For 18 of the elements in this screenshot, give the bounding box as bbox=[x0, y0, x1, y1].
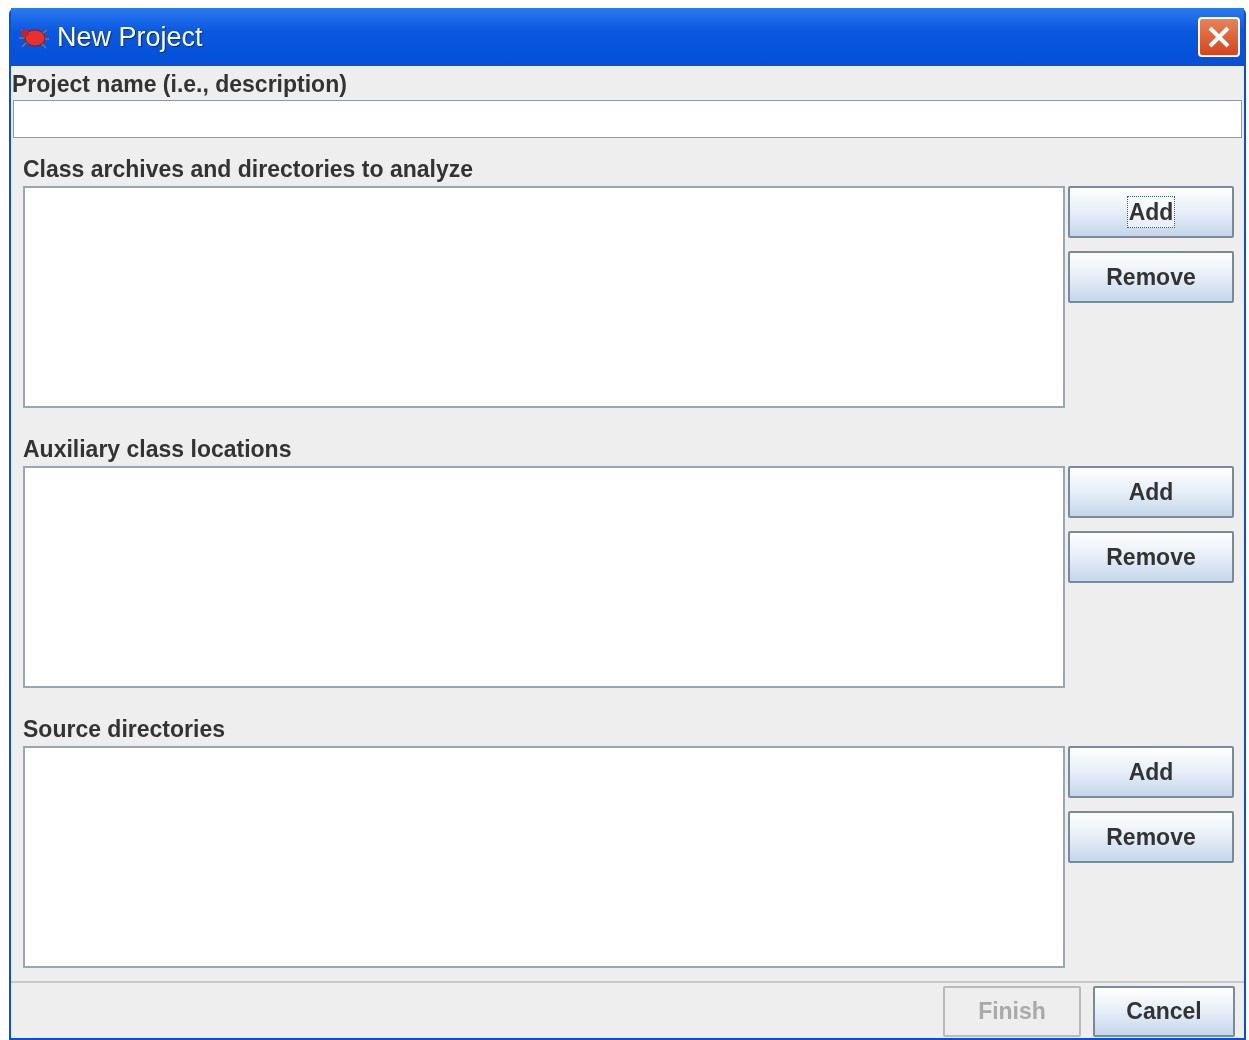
add-button[interactable]: Add bbox=[1068, 746, 1234, 798]
location-list[interactable] bbox=[23, 746, 1065, 968]
project-name-field[interactable] bbox=[13, 100, 1242, 138]
cancel-button[interactable]: Cancel bbox=[1093, 986, 1235, 1037]
section-label: Class archives and directories to analyze bbox=[23, 155, 474, 184]
close-icon bbox=[1206, 24, 1232, 50]
location-list[interactable] bbox=[23, 186, 1065, 408]
field-label: Project name (i.e., description) bbox=[11, 70, 348, 99]
section-label: Source directories bbox=[23, 715, 226, 744]
section-label: Auxiliary class locations bbox=[23, 435, 293, 464]
remove-button[interactable]: Remove bbox=[1068, 811, 1234, 863]
location-list[interactable] bbox=[23, 466, 1065, 688]
window-title: New Project bbox=[57, 20, 203, 54]
add-button[interactable]: Add bbox=[1068, 186, 1234, 238]
close-button[interactable] bbox=[1198, 17, 1240, 57]
remove-button[interactable]: Remove bbox=[1068, 531, 1234, 583]
add-button[interactable]: Add bbox=[1068, 466, 1234, 518]
remove-button[interactable]: Remove bbox=[1068, 251, 1234, 303]
